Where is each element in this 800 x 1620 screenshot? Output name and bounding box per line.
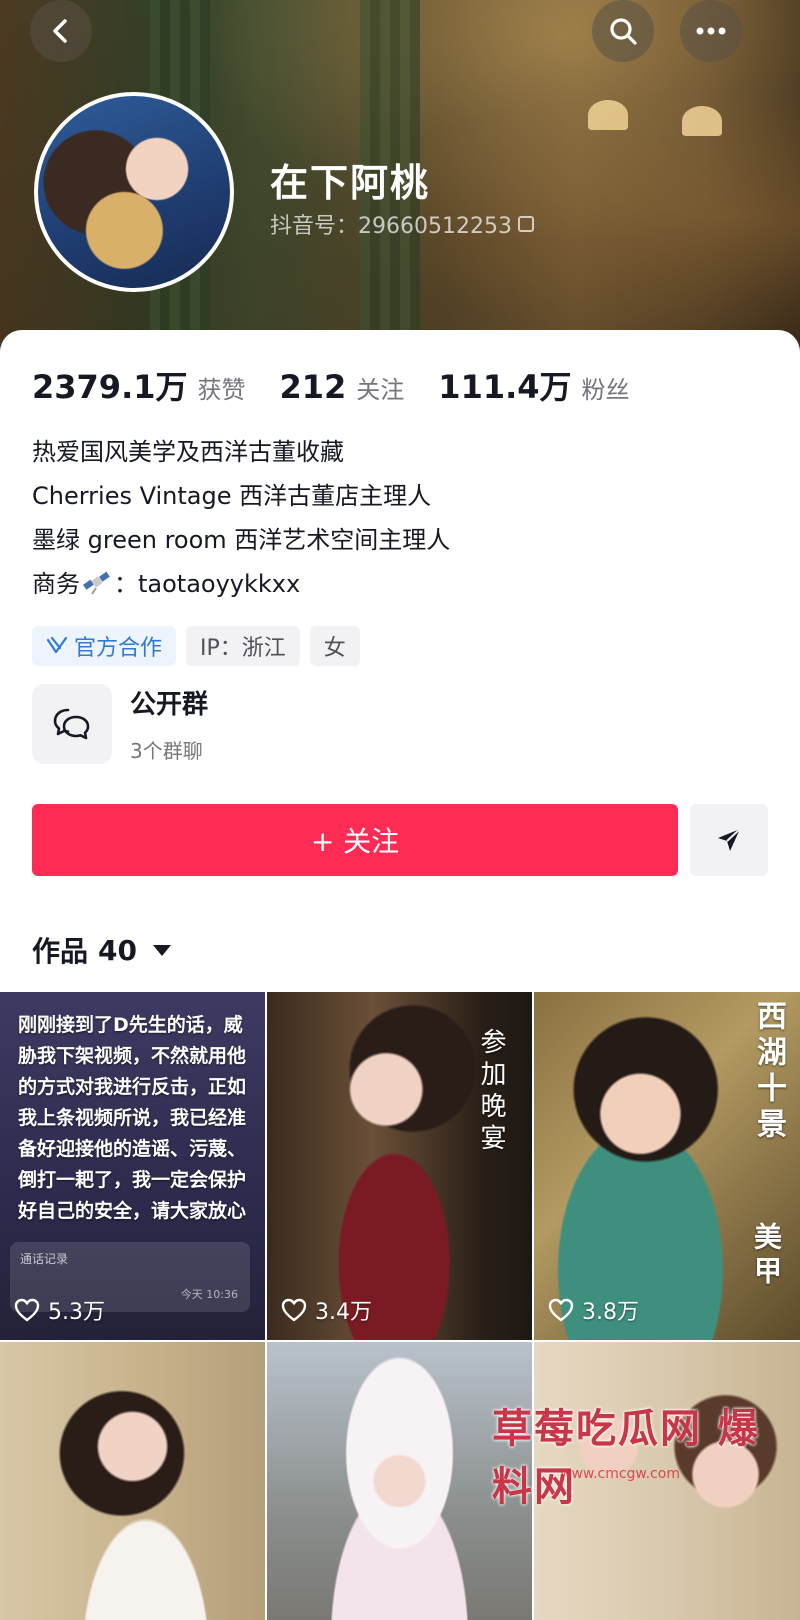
video-vertical-text: 美甲 bbox=[750, 1222, 783, 1290]
video-thumbnail[interactable]: 刚刚接到了D先生的话，威胁我下架视频，不然就用他的方式对我进行反击，正如我上条视… bbox=[0, 992, 265, 1340]
chevron-down-icon bbox=[152, 944, 171, 956]
video-grid: 刚刚接到了D先生的话，威胁我下架视频，不然就用他的方式对我进行反击，正如我上条视… bbox=[0, 992, 800, 1620]
video-vertical-text: 参加晚宴 bbox=[476, 1028, 506, 1156]
site-watermark-url: www.cmcgw.com bbox=[560, 1466, 680, 1482]
bio-line: 墨绿 green room 西洋艺术空间主理人 bbox=[32, 526, 451, 554]
avatar[interactable] bbox=[34, 92, 234, 292]
video-thumbnail[interactable] bbox=[0, 1342, 265, 1620]
bio: 热爱国风美学及西洋古董收藏 Cherries Vintage 西洋古董店主理人 … bbox=[32, 430, 450, 606]
stats-row: 2379.1万 获赞 212 关注 111.4万 粉丝 bbox=[32, 362, 664, 408]
group-text: 公开群 3个群聊 bbox=[130, 684, 208, 764]
stat-label: 关注 bbox=[356, 376, 405, 404]
back-arrow-icon bbox=[53, 19, 67, 43]
video-likes: 5.3万 bbox=[14, 1294, 105, 1326]
profile-name: 在下阿桃 bbox=[270, 161, 431, 205]
stat-value: 212 bbox=[279, 368, 347, 406]
works-tab[interactable]: 作品 40 bbox=[32, 930, 171, 970]
video-thumbnail[interactable]: 参加晚宴 3.4万 bbox=[267, 992, 532, 1340]
group-subtitle: 3个群聊 bbox=[130, 739, 203, 763]
call-record-title: 通话记录 bbox=[20, 1252, 69, 1266]
video-overlay-text: 刚刚接到了D先生的话，威胁我下架视频，不然就用他的方式对我进行反击，正如我上条视… bbox=[18, 1014, 247, 1222]
search-button[interactable] bbox=[592, 0, 654, 62]
stat-label: 粉丝 bbox=[581, 376, 630, 404]
video-likes-count: 3.8万 bbox=[582, 1300, 639, 1325]
site-watermark: 草莓吃瓜网 爆料网 bbox=[492, 1406, 760, 1510]
bio-line: 热爱国风美学及西洋古董收藏 bbox=[32, 438, 344, 466]
video-likes: 3.8万 bbox=[548, 1294, 639, 1326]
satellite-icon bbox=[83, 571, 110, 595]
group-chat-icon bbox=[32, 684, 112, 764]
heart-icon bbox=[14, 1298, 40, 1322]
bio-business-contact: ：taotaoyykkxx bbox=[114, 570, 301, 598]
douyin-id-text: 抖音号：29660512253 bbox=[270, 214, 512, 239]
video-likes: 3.4万 bbox=[281, 1294, 372, 1326]
works-label: 作品 bbox=[32, 935, 89, 968]
works-count: 40 bbox=[98, 933, 137, 967]
official-collab-tag[interactable]: 官方合作 bbox=[32, 626, 177, 666]
send-icon bbox=[718, 828, 741, 851]
stat-following[interactable]: 212 关注 bbox=[280, 368, 405, 406]
call-record-time: 今天 10:36 bbox=[180, 1288, 238, 1301]
more-button[interactable] bbox=[680, 0, 742, 62]
back-button[interactable] bbox=[30, 0, 92, 62]
video-likes-count: 5.3万 bbox=[48, 1300, 105, 1325]
tags-row: 官方合作 IP：浙江 女 bbox=[32, 626, 360, 666]
stat-label: 获赞 bbox=[197, 376, 246, 404]
video-likes-count: 3.4万 bbox=[315, 1300, 372, 1325]
heart-icon bbox=[548, 1298, 574, 1322]
stat-value: 111.4万 bbox=[438, 368, 572, 406]
follow-button[interactable]: + 关注 bbox=[32, 804, 678, 876]
stat-followers[interactable]: 111.4万 粉丝 bbox=[438, 362, 629, 408]
video-thumbnail[interactable]: 西湖十景 美甲 3.8万 bbox=[534, 992, 800, 1340]
share-button[interactable] bbox=[690, 804, 768, 876]
banner-lamp bbox=[588, 100, 628, 130]
copy-icon[interactable] bbox=[517, 216, 534, 232]
ip-location-tag: IP：浙江 bbox=[186, 626, 300, 666]
gender-tag: 女 bbox=[309, 626, 360, 666]
bio-line: Cherries Vintage 西洋古董店主理人 bbox=[32, 482, 432, 510]
bio-business-label: 商务 bbox=[32, 570, 80, 598]
douyin-id[interactable]: 抖音号：29660512253 bbox=[270, 208, 534, 240]
banner-lamp bbox=[682, 106, 722, 136]
group-title: 公开群 bbox=[130, 690, 209, 720]
bio-line-business: 商务 ：taotaoyykkxx bbox=[32, 562, 450, 606]
stat-value: 2379.1万 bbox=[32, 368, 188, 406]
search-icon bbox=[610, 18, 637, 45]
video-vertical-text: 西湖十景 bbox=[751, 1000, 786, 1144]
public-group-entry[interactable]: 公开群 3个群聊 bbox=[32, 684, 208, 764]
stat-likes[interactable]: 2379.1万 获赞 bbox=[32, 362, 246, 408]
handshake-icon bbox=[46, 636, 68, 654]
more-icon bbox=[696, 27, 726, 35]
official-collab-label: 官方合作 bbox=[74, 636, 163, 661]
heart-icon bbox=[281, 1298, 307, 1322]
